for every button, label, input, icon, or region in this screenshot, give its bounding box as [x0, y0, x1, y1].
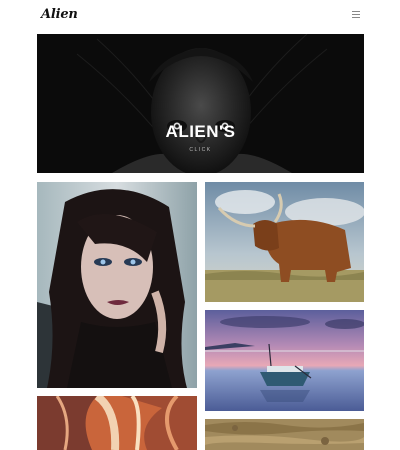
gallery-item-woman-portrait[interactable] — [37, 182, 197, 388]
gallery-item-canyon-rock[interactable] — [37, 396, 197, 450]
woman-portrait-image — [37, 182, 197, 388]
site-logo[interactable]: Alien — [41, 7, 78, 22]
gallery-item-highland-cattle[interactable] — [205, 182, 364, 302]
hero-subtitle[interactable]: CLICK — [37, 147, 364, 153]
canyon-rock-image — [37, 396, 197, 450]
gallery-item-boat-at-sunset[interactable] — [205, 310, 364, 411]
site-header: Alien — [0, 0, 400, 34]
hero-title: ALIEN'S — [165, 122, 236, 141]
gallery-item-sand-texture[interactable] — [205, 419, 364, 450]
highland-cattle-image — [205, 182, 364, 302]
boat-at-sunset-image — [205, 310, 364, 411]
hamburger-icon[interactable] — [352, 11, 360, 18]
sand-texture-image — [205, 419, 364, 450]
hero-banner[interactable]: ALIEN'S CLICK — [37, 34, 364, 173]
